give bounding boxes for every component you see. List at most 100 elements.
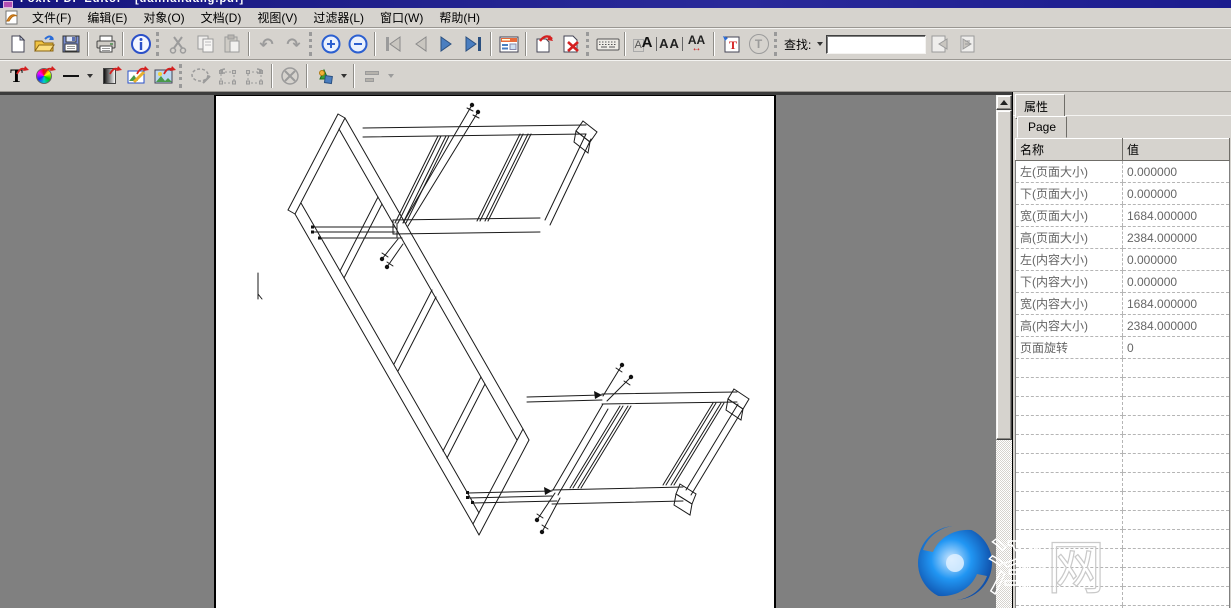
table-row: 高(页面大小)2384.000000 — [1016, 227, 1230, 249]
prop-value[interactable]: 1684.000000 — [1123, 205, 1230, 227]
column-header-name[interactable]: 名称 — [1016, 139, 1123, 161]
scissors-icon — [168, 34, 188, 54]
prop-name: 下(页面大小) — [1016, 183, 1123, 205]
separator — [87, 32, 89, 56]
line-style-dropdown[interactable] — [87, 74, 93, 78]
rotate-page-button[interactable] — [530, 31, 557, 57]
find-dropdown[interactable] — [817, 42, 823, 46]
rotate-object-cw-button[interactable] — [241, 63, 268, 89]
toolbar-objects: T — [0, 60, 1231, 92]
prev-page-icon — [410, 35, 430, 53]
menu-filter[interactable]: 过滤器(L) — [305, 7, 372, 28]
zoom-out-button[interactable] — [344, 31, 371, 57]
menu-object[interactable]: 对象(O) — [135, 7, 192, 28]
paste-button[interactable] — [218, 31, 245, 57]
tab-page[interactable]: Page — [1017, 116, 1067, 138]
scrollbar-track[interactable] — [996, 440, 1012, 608]
prop-value[interactable]: 2384.000000 — [1123, 315, 1230, 337]
add-image-button[interactable] — [150, 63, 177, 89]
find-input[interactable] — [826, 35, 926, 54]
document-menu-icon[interactable] — [4, 10, 20, 25]
undo-button[interactable]: ↶ — [253, 31, 280, 57]
scrollbar-thumb[interactable] — [996, 110, 1012, 440]
empty-row — [1016, 549, 1230, 568]
rotate-object-ccw-button[interactable] — [214, 63, 241, 89]
properties-table: 名称 值 左(页面大小)0.000000 下(页面大小)0.000000 宽(页… — [1015, 138, 1230, 608]
add-shading-button[interactable] — [96, 63, 123, 89]
prop-value[interactable]: 0.000000 — [1123, 271, 1230, 293]
letter-spacing-button[interactable]: AA — [656, 31, 683, 57]
replace-font-button[interactable]: A A — [629, 31, 656, 57]
prop-value[interactable]: 0 — [1123, 337, 1230, 359]
text-state-button[interactable]: T — [745, 31, 772, 57]
document-canvas[interactable] — [0, 92, 1012, 608]
letter-spacing-icon: AA — [656, 37, 683, 51]
last-page-button[interactable] — [460, 31, 487, 57]
delete-page-button[interactable] — [557, 31, 584, 57]
app-icon — [3, 1, 13, 8]
prop-name: 左(页面大小) — [1016, 161, 1123, 183]
prev-page-button[interactable] — [406, 31, 433, 57]
copy-button[interactable] — [191, 31, 218, 57]
redo-button[interactable]: ↷ — [280, 31, 307, 57]
find-next-button[interactable] — [953, 31, 980, 57]
empty-row — [1016, 454, 1230, 473]
prop-value[interactable]: 0.000000 — [1123, 161, 1230, 183]
print-button[interactable] — [92, 31, 119, 57]
separator — [353, 64, 355, 88]
empty-row — [1016, 435, 1230, 454]
next-page-button[interactable] — [433, 31, 460, 57]
page-layout-icon — [498, 34, 520, 54]
edit-image-button[interactable] — [123, 63, 150, 89]
first-page-button[interactable] — [379, 31, 406, 57]
insert-text-button[interactable]: T — [718, 31, 745, 57]
toolbar-grip — [586, 32, 590, 56]
delete-page-icon — [560, 34, 582, 54]
up-arrow-icon — [1000, 100, 1008, 105]
info-button[interactable] — [127, 31, 154, 57]
add-text-tool-button[interactable]: T — [3, 63, 30, 89]
menu-document[interactable]: 文档(D) — [193, 7, 250, 28]
align-dropdown[interactable] — [388, 74, 394, 78]
prop-value[interactable]: 0.000000 — [1123, 183, 1230, 205]
menu-file[interactable]: 文件(F) — [24, 7, 79, 28]
save-button[interactable] — [57, 31, 84, 57]
separator — [271, 64, 273, 88]
shapes-tool-button[interactable] — [311, 63, 338, 89]
svg-text:T: T — [729, 38, 737, 52]
find-prev-button[interactable] — [926, 31, 953, 57]
prop-value[interactable]: 2384.000000 — [1123, 227, 1230, 249]
menu-window[interactable]: 窗口(W) — [372, 7, 431, 28]
empty-row — [1016, 511, 1230, 530]
prop-value[interactable]: 1684.000000 — [1123, 293, 1230, 315]
align-tool-button[interactable] — [358, 63, 385, 89]
delete-object-button[interactable] — [276, 63, 303, 89]
add-graphic-tool-button[interactable] — [30, 63, 57, 89]
pdf-page[interactable] — [214, 95, 776, 608]
shapes-dropdown[interactable] — [341, 74, 347, 78]
menu-view[interactable]: 视图(V) — [249, 7, 305, 28]
line-style-button[interactable] — [57, 63, 84, 89]
prop-value[interactable]: 0.000000 — [1123, 249, 1230, 271]
edit-object-button[interactable] — [187, 63, 214, 89]
zoom-in-button[interactable] — [317, 31, 344, 57]
horizontal-scale-button[interactable]: AA ↔ — [683, 31, 710, 57]
prop-name: 高(页面大小) — [1016, 227, 1123, 249]
column-header-value[interactable]: 值 — [1123, 139, 1230, 161]
menu-help[interactable]: 帮助(H) — [431, 7, 488, 28]
cut-button[interactable] — [164, 31, 191, 57]
menu-edit[interactable]: 编辑(E) — [79, 7, 135, 28]
open-folder-icon — [33, 34, 55, 54]
empty-row — [1016, 587, 1230, 606]
separator — [713, 32, 715, 56]
open-button[interactable] — [30, 31, 57, 57]
table-row: 高(内容大小)2384.000000 — [1016, 315, 1230, 337]
find-prev-icon — [929, 34, 951, 54]
empty-row — [1016, 397, 1230, 416]
page-layout-button[interactable] — [495, 31, 522, 57]
new-button[interactable] — [3, 31, 30, 57]
keyboard-button[interactable] — [594, 31, 621, 57]
toolbar-grip — [156, 32, 160, 56]
scrollbar-up-button[interactable] — [996, 95, 1012, 110]
canvas-scrollbar — [996, 95, 1012, 608]
